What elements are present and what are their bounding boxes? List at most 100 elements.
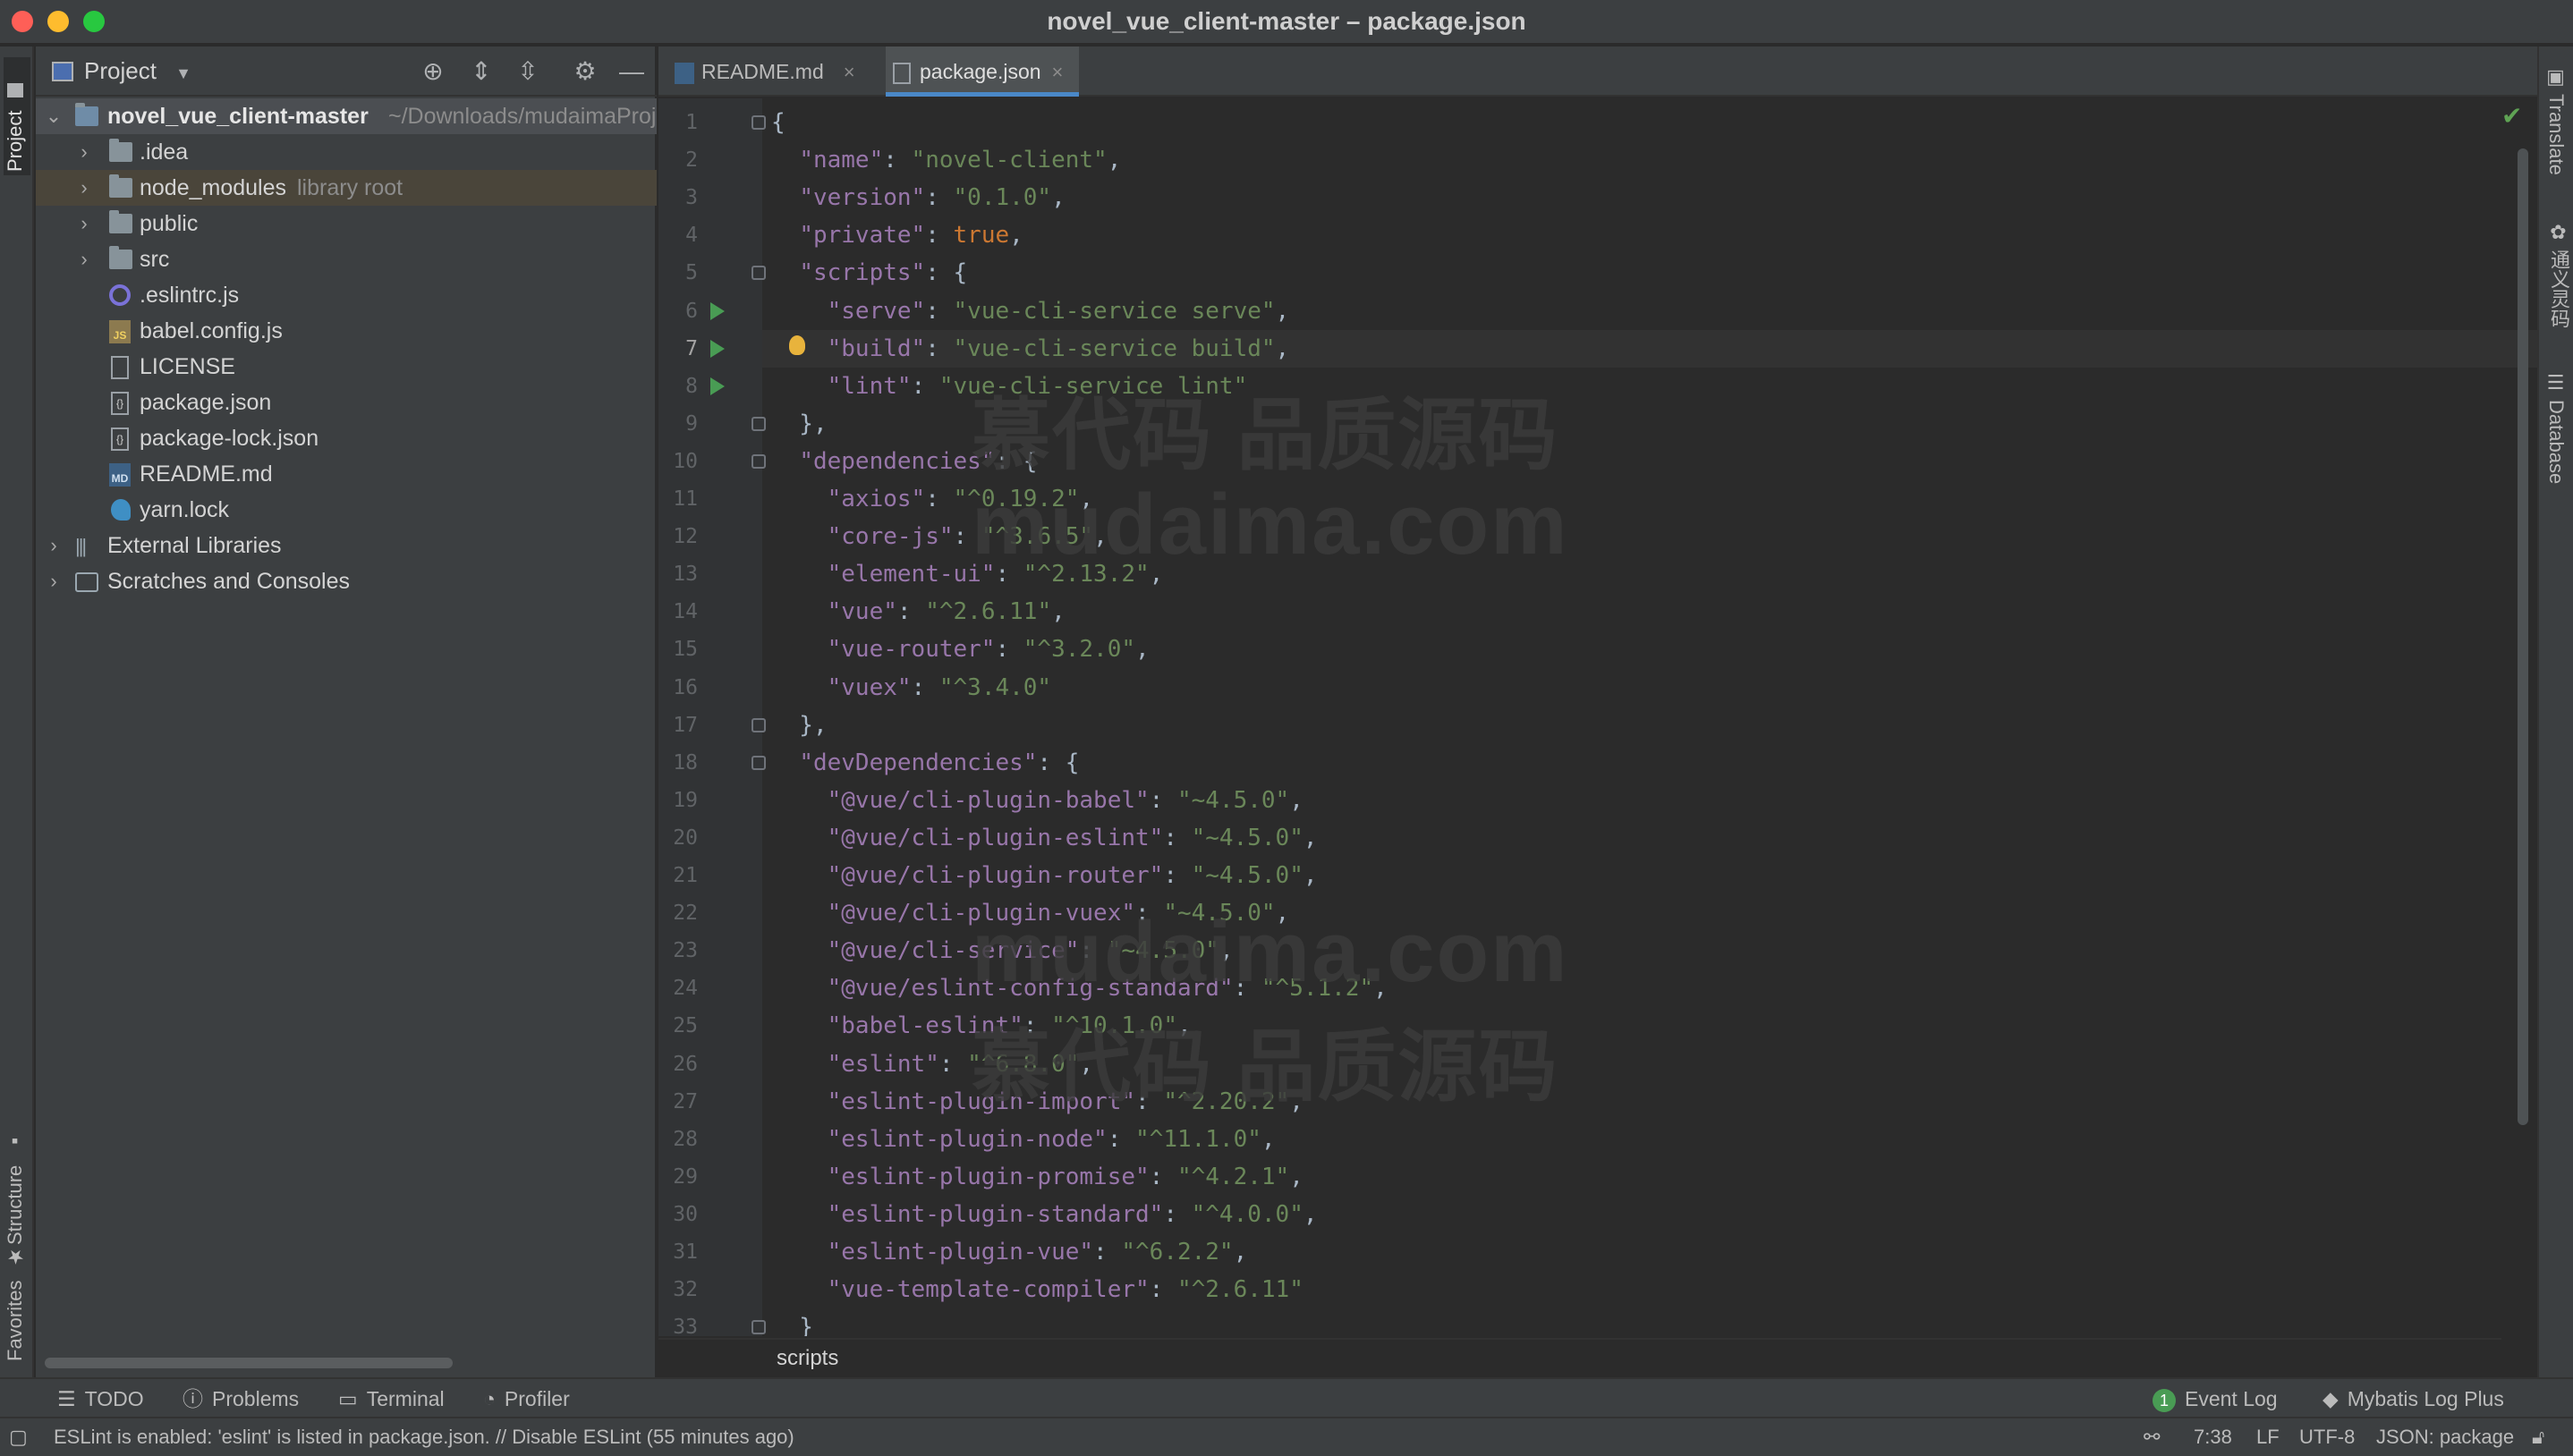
fold-marker-icon[interactable] — [752, 453, 766, 469]
vertical-scrollbar[interactable] — [2518, 148, 2528, 1125]
vcs-icon[interactable]: ⚯ — [2144, 1418, 2160, 1456]
fold-marker-icon[interactable] — [752, 416, 766, 431]
structure-tool-tab[interactable]: Structure ▪ — [4, 1084, 30, 1245]
tree-item-src[interactable]: › src — [36, 241, 657, 277]
code-line[interactable]: "version": "0.1.0", — [771, 179, 1065, 216]
tree-item-scratches[interactable]: › Scratches and Consoles — [36, 563, 657, 599]
fold-marker-icon[interactable] — [752, 717, 766, 732]
plugin-tool-tab[interactable]: ✿ 通义灵码 — [2544, 222, 2573, 328]
project-tool-tab[interactable]: Project — [4, 57, 30, 175]
tree-item-readme[interactable]: MD README.md — [36, 456, 657, 492]
gear-icon[interactable]: ⚙ — [571, 57, 599, 86]
expand-all-icon[interactable]: ⇕ — [467, 57, 496, 86]
tree-root-project[interactable]: ⌄ novel_vue_client-master ~/Downloads/mu… — [36, 98, 657, 134]
code-line[interactable]: }, — [771, 707, 827, 744]
code-line[interactable]: "vue": "^2.6.11", — [771, 593, 1066, 631]
fold-marker-icon[interactable] — [752, 115, 766, 130]
code-line[interactable]: "eslint-plugin-standard": "^4.0.0", — [771, 1196, 1318, 1233]
translate-tool-tab[interactable]: ▣ Translate — [2544, 66, 2568, 175]
tab-label: package.json — [920, 60, 1041, 83]
chevron-right-icon[interactable]: › — [45, 528, 63, 563]
code-line[interactable]: "eslint-plugin-node": "^11.1.0", — [771, 1121, 1276, 1158]
code-line[interactable]: "devDependencies": { — [771, 744, 1079, 782]
code-line[interactable]: "@vue/cli-plugin-babel": "~4.5.0", — [771, 782, 1303, 819]
collapse-all-icon[interactable]: ⇳ — [514, 57, 542, 86]
tree-item-external-libraries[interactable]: › ||| External Libraries — [36, 528, 657, 563]
chevron-right-icon[interactable]: › — [75, 206, 93, 241]
terminal-tool-button[interactable]: ▭ Terminal — [338, 1379, 445, 1418]
favorites-tool-tab[interactable]: Favorites ★ — [4, 1245, 30, 1361]
code-line[interactable]: "build": "vue-cli-service build", — [771, 330, 1290, 368]
tree-item-package-json[interactable]: {} package.json — [36, 385, 657, 420]
code-line[interactable]: "scripts": { — [771, 254, 967, 292]
watermark-text: 慕代码 品质源码 — [972, 1022, 1559, 1111]
database-tool-tab[interactable]: ☰ Database — [2544, 372, 2568, 484]
project-view-selector[interactable]: Project ▼ — [84, 57, 191, 85]
code-line[interactable]: "private": true, — [771, 216, 1023, 254]
run-script-icon[interactable] — [710, 301, 725, 320]
profiler-tool-button[interactable]: ◔ Profiler — [483, 1379, 570, 1418]
fold-marker-icon[interactable] — [752, 1320, 766, 1335]
code-line[interactable]: "serve": "vue-cli-service serve", — [771, 292, 1290, 330]
fold-marker-icon[interactable] — [752, 755, 766, 770]
code-line[interactable]: "@vue/cli-plugin-router": "~4.5.0", — [771, 857, 1318, 894]
code-line[interactable]: }, — [771, 405, 827, 443]
code-line[interactable]: "vuex": "^3.4.0" — [771, 669, 1051, 707]
problems-tool-button[interactable]: ⓘ Problems — [183, 1379, 299, 1418]
caret-position[interactable]: 7:38 — [2194, 1418, 2232, 1456]
chevron-right-icon[interactable]: › — [45, 563, 63, 599]
json-schema[interactable]: JSON: package — [2376, 1418, 2514, 1456]
mybatis-log-tool-button[interactable]: ◆ Mybatis Log Plus — [2322, 1379, 2504, 1418]
horizontal-scrollbar[interactable] — [45, 1358, 453, 1368]
code-token: "vue-router" — [827, 636, 996, 664]
code-line[interactable]: { — [771, 104, 785, 141]
code-token: "^11.1.0" — [1135, 1125, 1261, 1153]
code-line[interactable]: "vue-router": "^3.2.0", — [771, 631, 1150, 668]
lock-icon[interactable]: 🔓︎ — [2532, 1418, 2544, 1456]
tab-package-json[interactable]: package.json × — [886, 47, 1079, 97]
tree-item-node-modules[interactable]: › node_modules library root — [36, 170, 657, 206]
run-script-icon[interactable] — [710, 339, 725, 358]
folder-icon — [109, 246, 132, 269]
code-token: , — [1275, 334, 1290, 362]
chevron-right-icon[interactable]: › — [75, 241, 93, 277]
code-editor[interactable]: 1 2 3 4 5 6 7 8 9 10 11 12 13 14 15 16 17 18 19 20 21 22 23 24 2… — [658, 98, 2537, 1336]
tab-readme[interactable]: README.md × — [671, 47, 884, 97]
todo-label: TODO — [84, 1387, 144, 1410]
code-line[interactable]: "vue-template-compiler": "^2.6.11" — [771, 1271, 1303, 1308]
code-line[interactable]: "name": "novel-client", — [771, 141, 1121, 179]
tree-item-eslintrc[interactable]: .eslintrc.js — [36, 277, 657, 313]
breadcrumb[interactable]: scripts — [658, 1338, 2501, 1377]
panel-toggle-icon[interactable]: ▢ — [9, 1418, 28, 1456]
tree-item-public[interactable]: › public — [36, 206, 657, 241]
fold-marker-icon[interactable] — [752, 266, 766, 281]
code-line[interactable]: "@vue/cli-plugin-eslint": "~4.5.0", — [771, 819, 1318, 857]
code-line[interactable]: "eslint-plugin-promise": "^4.2.1", — [771, 1158, 1303, 1196]
event-log-tool-button[interactable]: 1 Event Log — [2153, 1379, 2278, 1418]
chevron-right-icon[interactable]: › — [75, 134, 93, 170]
code-line[interactable]: "eslint-plugin-vue": "^6.2.2", — [771, 1233, 1248, 1271]
chevron-down-icon[interactable]: ⌄ — [45, 98, 63, 134]
breadcrumb-item[interactable]: scripts — [777, 1346, 838, 1370]
locate-file-icon[interactable]: ⊕ — [419, 57, 447, 86]
todo-tool-button[interactable]: ☰ TODO — [57, 1379, 144, 1418]
tree-item-babel-config[interactable]: JS babel.config.js — [36, 313, 657, 349]
status-message[interactable]: ESLint is enabled: 'eslint' is listed in… — [54, 1418, 794, 1456]
tree-item-package-lock[interactable]: {} package-lock.json — [36, 420, 657, 456]
run-script-icon[interactable] — [710, 377, 725, 395]
chevron-right-icon[interactable]: › — [75, 170, 93, 206]
tree-item-idea[interactable]: › .idea — [36, 134, 657, 170]
line-separator[interactable]: LF — [2256, 1418, 2280, 1456]
hide-panel-icon[interactable]: — — [617, 57, 646, 86]
tree-item-yarn-lock[interactable]: yarn.lock — [36, 492, 657, 528]
code-line[interactable]: } — [771, 1308, 813, 1336]
lightbulb-icon[interactable] — [789, 334, 805, 355]
file-encoding[interactable]: UTF-8 — [2299, 1418, 2355, 1456]
close-tab-icon[interactable]: × — [1052, 61, 1064, 83]
tree-item-license[interactable]: LICENSE — [36, 349, 657, 385]
close-tab-icon[interactable]: × — [844, 61, 855, 83]
